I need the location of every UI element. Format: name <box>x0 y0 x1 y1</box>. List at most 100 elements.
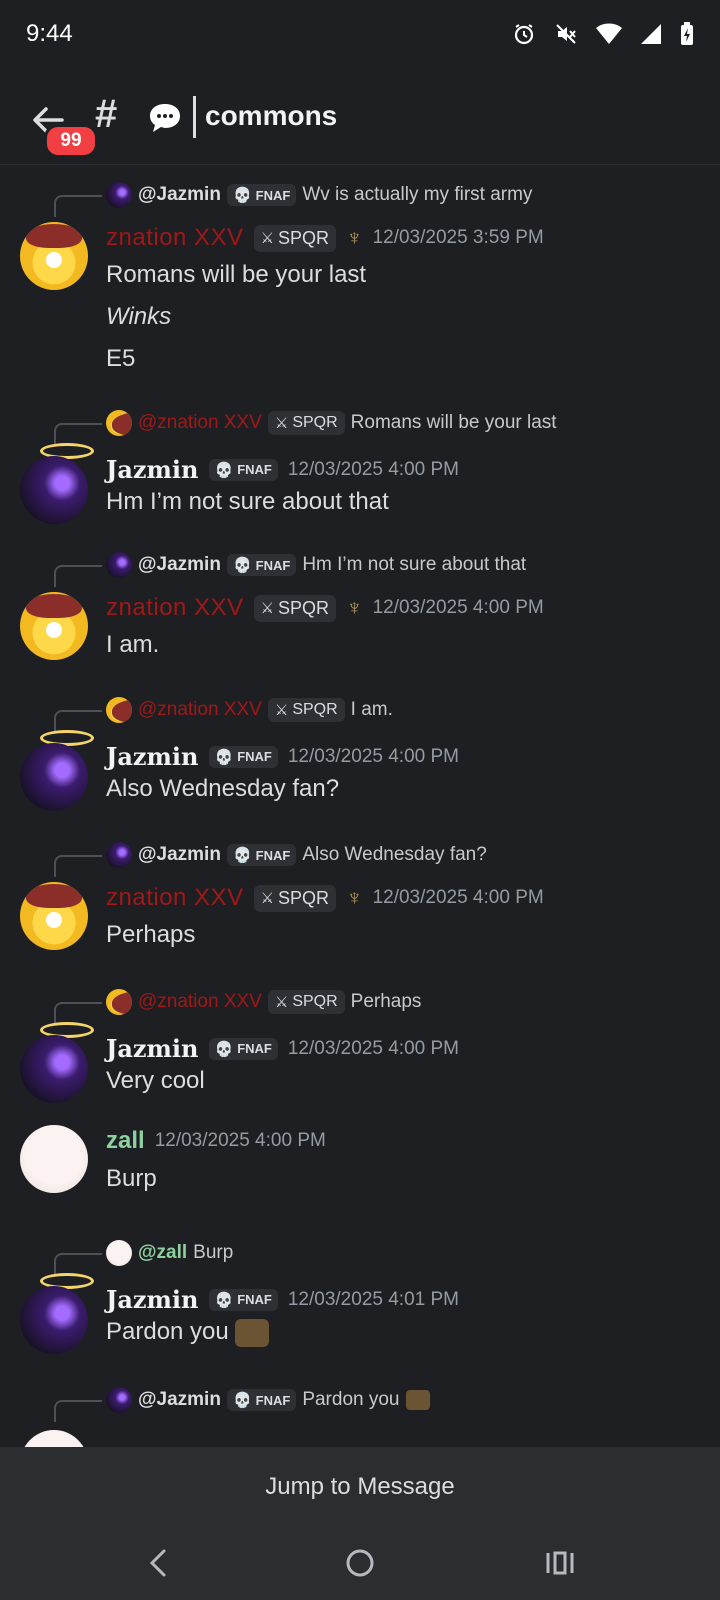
author-name[interactable]: Jazmin <box>106 742 199 771</box>
avatar <box>106 1387 132 1413</box>
message-text: Also Wednesday fan? <box>106 775 340 802</box>
avatar[interactable] <box>20 456 88 524</box>
message-text: E5 <box>106 345 136 372</box>
clock: 9:44 <box>26 20 73 47</box>
alarm-icon <box>514 24 534 45</box>
reply-text: Pardon you <box>302 1389 400 1410</box>
reply-preview[interactable]: @Jazmin 💀 FNAF Also Wednesday fan? <box>106 840 487 870</box>
channel-header: 99 # commons <box>0 72 720 165</box>
timestamp: 12/03/2025 4:00 PM <box>287 1037 459 1059</box>
message[interactable]: @znation XXV ⚔ SPQR I am. Jazmin 💀 FNAF 12… <box>0 680 720 811</box>
reply-text: I am. <box>350 699 393 720</box>
message-text: I am. <box>106 631 160 658</box>
message-text: Hm I’m not sure about that <box>106 488 389 515</box>
reply-author: @Jazmin <box>138 844 221 865</box>
reply-author: @Jazmin <box>138 184 221 205</box>
avatar[interactable] <box>20 882 88 950</box>
message[interactable]: @znation XXV ⚔ SPQR Romans will be your l… <box>0 393 720 524</box>
wifi-icon <box>596 23 622 44</box>
message[interactable]: zall 12/03/2025 4:00 PM Burp <box>0 1125 720 1205</box>
message[interactable]: @Jazmin 💀 FNAF Wv is actually my first ar… <box>0 165 720 385</box>
timestamp: 12/03/2025 4:00 PM <box>372 597 544 618</box>
nav-recents-icon[interactable] <box>540 1543 580 1583</box>
avatar[interactable] <box>20 592 88 660</box>
role-tag: 💀 FNAF <box>226 184 297 206</box>
role-tag: ⚔ SPQR <box>253 594 337 622</box>
channel-name[interactable]: commons <box>205 100 337 132</box>
message-text: Pardon you <box>106 1318 270 1347</box>
reply-text: Romans will be your last <box>350 412 557 433</box>
timestamp: 12/03/2025 4:01 PM <box>287 1288 459 1310</box>
avatar <box>106 989 132 1015</box>
reply-text: Perhaps <box>350 991 422 1012</box>
hash-icon: # <box>95 92 118 136</box>
timestamp: 12/03/2025 4:00 PM <box>287 458 459 480</box>
reply-preview[interactable]: @Jazmin 💀 FNAF Wv is actually my first ar… <box>106 180 532 210</box>
author-name[interactable]: Jazmin <box>106 455 199 484</box>
role-tag: ⚔ SPQR <box>253 224 337 252</box>
reply-text: Burp <box>193 1242 234 1263</box>
unread-badge: 99 <box>44 124 98 158</box>
role-tag: 💀 FNAF <box>208 458 278 481</box>
message-list[interactable]: @Jazmin 💀 FNAF Wv is actually my first ar… <box>0 165 720 1447</box>
avatar[interactable] <box>20 1430 88 1447</box>
role-tag: 💀 FNAF <box>226 554 297 576</box>
reply-author: @znation XXV <box>138 412 262 433</box>
frog-emoji <box>405 1390 430 1410</box>
author-name[interactable]: Jazmin <box>106 1285 199 1314</box>
message[interactable]: @Jazmin 💀 FNAF Hm I’m not sure about that… <box>0 535 720 665</box>
message[interactable]: @zall Burp Jazmin 💀 FNAF 12/03/2025 4:01 … <box>0 1223 720 1363</box>
reply-author: @Jazmin <box>138 1389 221 1410</box>
mute-icon <box>556 24 576 44</box>
avatar <box>106 552 132 578</box>
author-name[interactable]: znation XXV <box>106 224 244 252</box>
avatar <box>106 410 132 436</box>
status-icons <box>512 22 694 46</box>
eagle-icon: ♆ <box>346 225 363 250</box>
author-name[interactable]: znation XXV <box>106 594 244 622</box>
reply-preview[interactable]: @Jazmin 💀 FNAF Hm I’m not sure about that <box>106 550 526 580</box>
battery-icon <box>681 22 693 45</box>
role-tag: ⚔ SPQR <box>253 884 337 912</box>
avatar[interactable] <box>20 222 88 290</box>
timestamp: 12/03/2025 4:00 PM <box>287 745 459 767</box>
author-name[interactable]: znation XXV <box>106 884 244 912</box>
avatar[interactable] <box>20 1125 88 1193</box>
avatar <box>106 697 132 723</box>
nav-home-icon[interactable] <box>340 1543 380 1583</box>
reply-preview[interactable]: @Jazmin 💀 FNAF Pardon you <box>106 1385 430 1415</box>
message[interactable]: @znation XXV ⚔ SPQR Perhaps Jazmin 💀 FNAF … <box>0 972 720 1103</box>
reply-text: Hm I’m not sure about that <box>302 554 527 575</box>
role-tag: ⚔ SPQR <box>267 411 345 435</box>
message-text: Very cool <box>106 1067 205 1094</box>
avatar[interactable] <box>20 743 88 811</box>
reply-preview[interactable]: @znation XXV ⚔ SPQR Romans will be your l… <box>106 408 557 438</box>
system-nav-bar <box>0 1529 720 1600</box>
reply-preview[interactable]: @znation XXV ⚔ SPQR I am. <box>106 695 393 725</box>
reply-text: Wv is actually my first army <box>302 184 533 205</box>
timestamp: 12/03/2025 4:00 PM <box>372 887 544 908</box>
avatar <box>106 182 132 208</box>
status-bar: 9:44 <box>0 0 720 72</box>
reply-preview[interactable]: @znation XXV ⚔ SPQR Perhaps <box>106 987 421 1017</box>
message[interactable]: @Jazmin 💀 FNAF Also Wednesday fan? znatio… <box>0 825 720 955</box>
avatar <box>106 842 132 868</box>
message-text: Burp <box>106 1165 157 1192</box>
author-name[interactable]: Jazmin <box>106 1034 199 1063</box>
reply-author: @znation XXV <box>138 699 262 720</box>
role-tag: 💀 FNAF <box>226 1389 297 1411</box>
divider <box>193 96 196 138</box>
jump-to-message-button[interactable]: Jump to Message <box>0 1447 720 1529</box>
message[interactable]: @Jazmin 💀 FNAF Pardon you <box>0 1370 720 1447</box>
avatar[interactable] <box>20 1286 88 1354</box>
author-name[interactable]: zall <box>106 1127 145 1155</box>
reply-author: @znation XXV <box>138 991 262 1012</box>
role-tag: 💀 FNAF <box>208 1037 278 1060</box>
role-tag: ⚔ SPQR <box>267 698 345 722</box>
role-tag: 💀 FNAF <box>226 844 297 866</box>
reply-author: @Jazmin <box>138 554 221 575</box>
avatar[interactable] <box>20 1035 88 1103</box>
nav-back-icon[interactable] <box>140 1543 180 1583</box>
role-tag: ⚔ SPQR <box>267 990 345 1014</box>
reply-preview[interactable]: @zall Burp <box>106 1238 233 1268</box>
